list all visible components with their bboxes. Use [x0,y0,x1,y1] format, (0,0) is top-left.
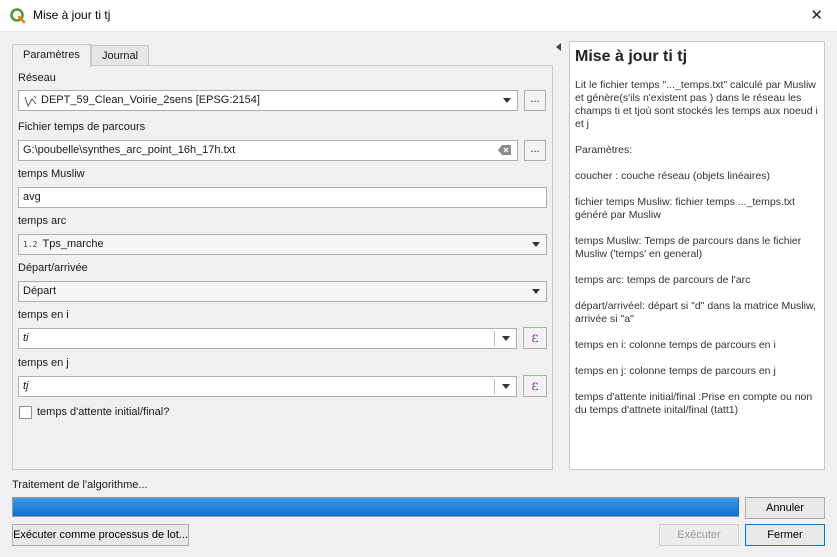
clear-icon[interactable] [498,145,511,155]
run-button[interactable]: Exécuter [659,524,739,546]
batch-button[interactable]: Exécuter comme processus de lot... [12,524,189,546]
attente-label: temps d'attente initial/final? [37,406,170,418]
help-paragraph: départ/arrivéel: départ si "d" dans la m… [575,300,816,325]
window-title: Mise à jour ti tj [33,8,111,22]
help-paragraph: temps Musliw: Temps de parcours dans le … [575,235,802,260]
help-paragraph: temps en j: colonne temps de parcours en… [575,365,776,377]
reseau-browse-button[interactable]: ... [524,90,546,111]
progress-bar [12,497,739,517]
attente-checkbox[interactable] [19,406,32,419]
progress-fill [13,498,739,516]
ti-label: temps en i [18,309,69,321]
chevron-down-icon [502,336,510,341]
reseau-combo[interactable]: DEPT_59_Clean_Voirie_2sens [EPSG:2154] [18,90,518,111]
arc-label: temps arc [18,215,67,227]
close-button[interactable]: Fermer [745,524,825,546]
tj-value: tj [23,380,29,392]
help-paragraph: Lit le fichier temps "..._temps.txt" cal… [575,79,818,130]
musliw-label: temps Musliw [18,168,85,180]
help-paragraph: temps en i: colonne temps de parcours en… [575,339,776,351]
depart-label: Départ/arrivée [18,262,88,274]
help-paragraph: fichier temps Musliw: fichier temps ..._… [575,196,795,221]
fichier-label: Fichier temps de parcours [18,121,146,133]
collapse-arrow-icon[interactable] [556,43,561,51]
numeric-field-icon: 1.2 [23,240,38,249]
musliw-input[interactable]: avg [18,187,547,208]
chevron-down-icon [532,242,540,247]
fichier-browse-button[interactable]: ... [524,140,546,161]
ti-value: ti [23,332,29,344]
help-paragraph: coucher : couche réseau (objets linéaire… [575,170,770,182]
musliw-value: avg [23,191,41,203]
ti-expression-button[interactable]: ε [523,327,547,349]
arc-value: Tps_marche [42,238,104,250]
close-icon[interactable]: ✕ [810,6,823,24]
tab-parametres[interactable]: Paramètres [12,44,91,67]
chevron-down-icon [532,289,540,294]
line-layer-icon [24,95,37,107]
title-bar: Mise à jour ti tj ✕ [0,0,837,32]
ti-combo[interactable]: ti [18,328,517,349]
help-title: Mise à jour ti tj [575,48,688,65]
help-panel: Mise à jour ti tj Lit le fichier temps "… [569,41,825,470]
tj-combo[interactable]: tj [18,376,517,397]
fichier-input[interactable]: G:\poubelle\synthes_arc_point_16h_17h.tx… [18,140,518,161]
chevron-down-icon [502,384,510,389]
tab-journal[interactable]: Journal [91,45,150,67]
status-text: Traitement de l'algorithme... [12,479,148,491]
reseau-label: Réseau [18,72,56,84]
chevron-down-icon [503,98,511,103]
help-paragraph: Paramètres: [575,144,633,156]
help-paragraph: temps d'attente initial/final :Prise en … [575,391,813,416]
divider [494,379,495,394]
depart-value: Départ [23,285,57,297]
tj-expression-button[interactable]: ε [523,375,547,397]
help-paragraph: temps arc: temps de parcours de l'arc [575,274,751,286]
cancel-button[interactable]: Annuler [745,497,825,519]
qgis-logo-icon [10,8,26,24]
fichier-value: G:\poubelle\synthes_arc_point_16h_17h.tx… [23,144,236,156]
divider [494,331,495,346]
depart-combo[interactable]: Départ [18,281,547,302]
tj-label: temps en j [18,357,69,369]
reseau-value: DEPT_59_Clean_Voirie_2sens [EPSG:2154] [41,94,260,106]
arc-combo[interactable]: 1.2 Tps_marche [18,234,547,255]
